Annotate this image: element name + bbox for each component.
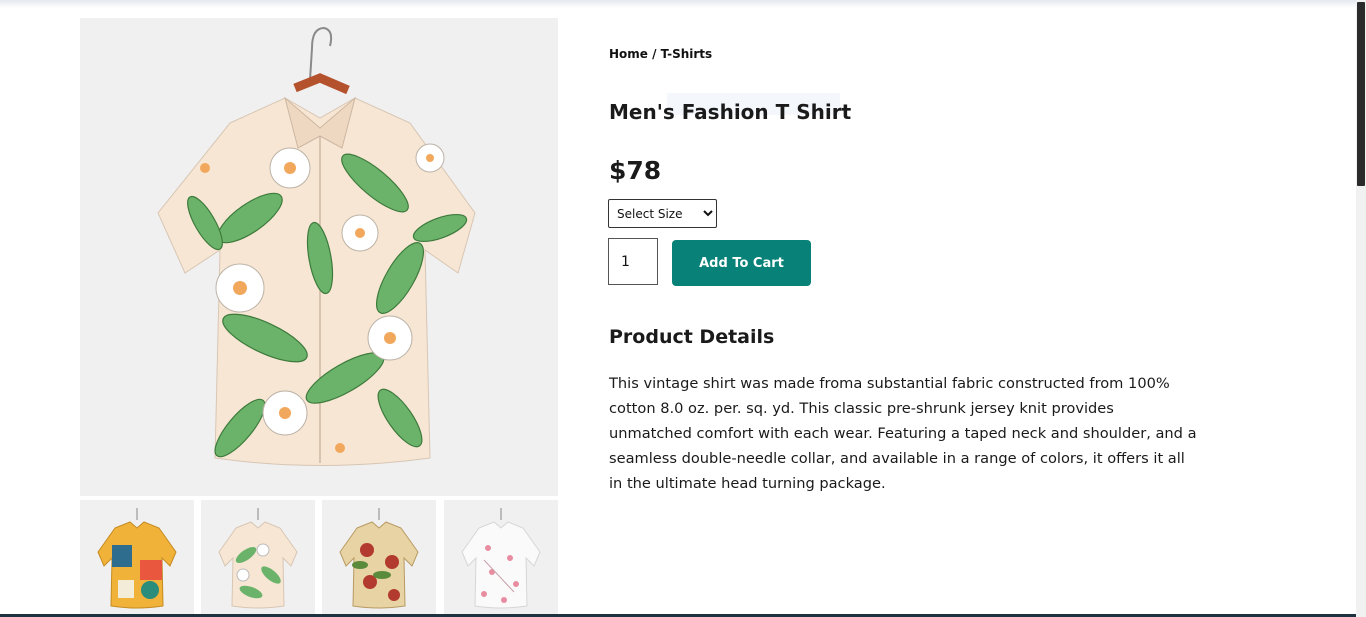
thumbnail-image[interactable] bbox=[322, 500, 436, 617]
thumbnail-image[interactable] bbox=[444, 500, 558, 617]
breadcrumb[interactable]: Home / T-Shirts bbox=[609, 47, 712, 61]
quantity-input[interactable] bbox=[608, 238, 658, 285]
thumbnail-image[interactable] bbox=[80, 500, 194, 617]
header-shadow bbox=[0, 0, 1356, 8]
page-scrollbar[interactable] bbox=[1356, 0, 1366, 617]
product-title: Men's Fashion T Shirt bbox=[609, 100, 852, 124]
add-to-cart-button[interactable]: Add To Cart bbox=[672, 240, 811, 286]
thumbnail-image[interactable] bbox=[201, 500, 315, 617]
product-details-text: This vintage shirt was made froma substa… bbox=[609, 375, 1197, 492]
product-details-heading: Product Details bbox=[609, 326, 775, 348]
scrollbar-thumb[interactable] bbox=[1357, 2, 1365, 186]
main-product-image bbox=[80, 18, 558, 496]
size-select[interactable]: Select Size bbox=[608, 199, 717, 228]
product-price: $78 bbox=[609, 156, 662, 185]
